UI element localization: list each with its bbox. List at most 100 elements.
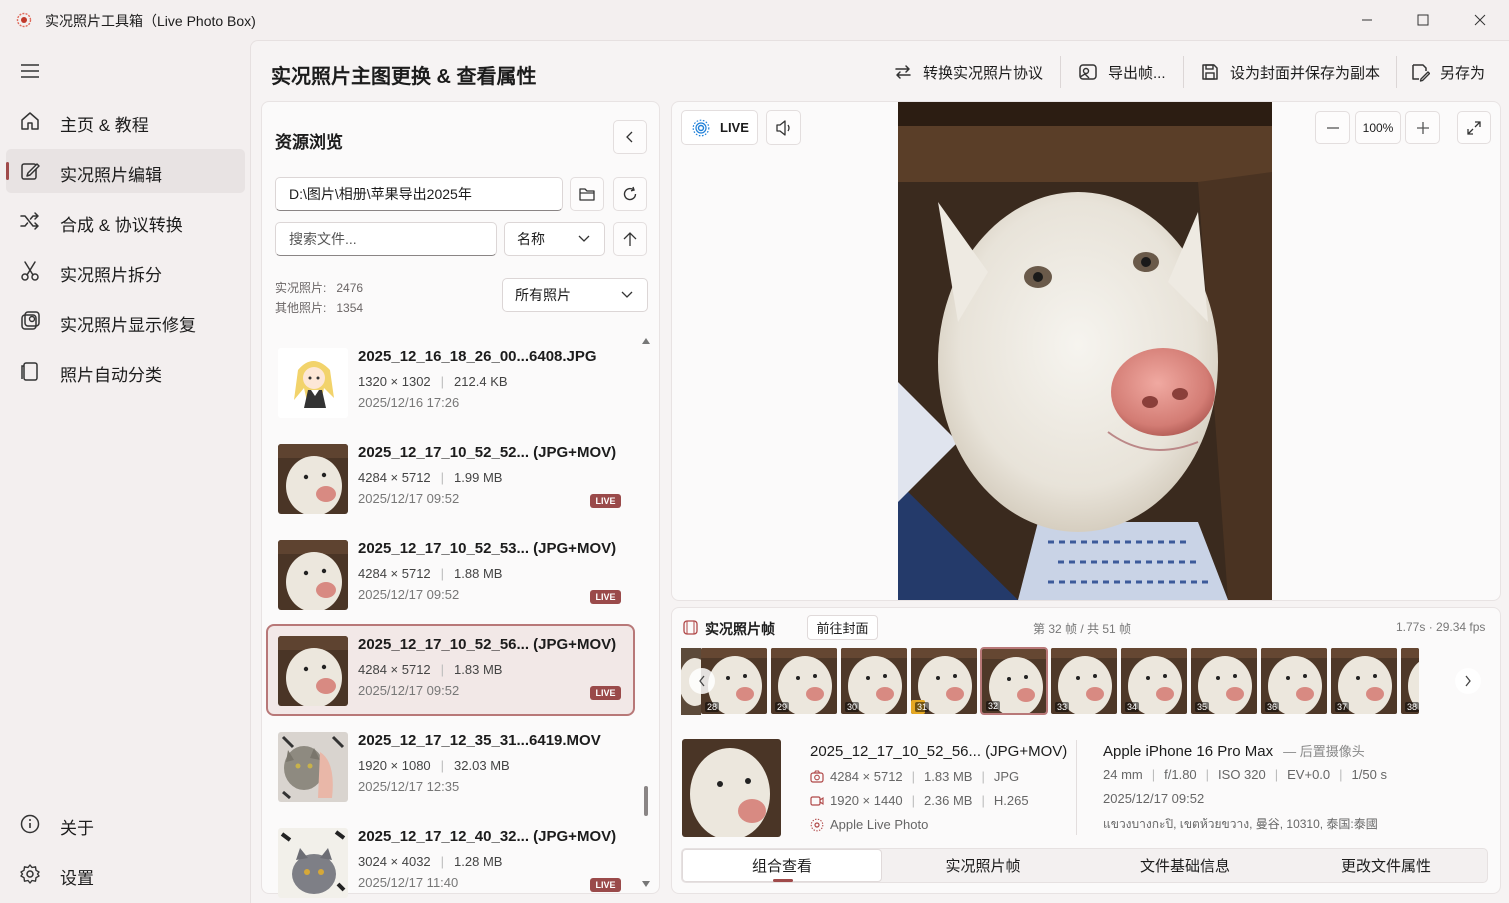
photo-repair-icon: [19, 310, 41, 332]
sort-by-dropdown[interactable]: 名称: [504, 222, 605, 256]
convert-protocol-button[interactable]: 转换实况照片协议: [893, 56, 1043, 88]
frame-number: 38: [1405, 702, 1419, 712]
sort-direction-button[interactable]: [613, 222, 647, 256]
live-type-meta: Apple Live Photo: [810, 817, 928, 832]
classify-icon: [19, 360, 41, 382]
file-thumbnail: [278, 828, 348, 898]
frame-thumb[interactable]: 37: [1331, 648, 1397, 714]
sidebar-item-edit[interactable]: 实况照片编辑: [6, 149, 245, 193]
file-list-item[interactable]: 2025_12_17_12_35_31...6419.MOV 1920 × 108…: [266, 720, 635, 812]
scissors-icon: [19, 260, 41, 282]
frame-thumb[interactable]: 36: [1261, 648, 1327, 714]
minimize-button[interactable]: [1339, 0, 1395, 40]
close-button[interactable]: [1452, 0, 1508, 40]
frame-scroll-left-button[interactable]: [689, 668, 715, 694]
toolbar-divider: [1060, 56, 1061, 88]
frame-thumb[interactable]: 33: [1051, 648, 1117, 714]
zoom-out-button[interactable]: [1315, 111, 1350, 144]
file-date: 2025/12/17 12:35: [358, 779, 460, 794]
browse-folder-button[interactable]: [570, 177, 604, 211]
refresh-button[interactable]: [613, 177, 647, 211]
tab-active-indicator: [773, 879, 793, 882]
tab-live-frames[interactable]: 实况照片帧: [883, 849, 1083, 882]
frame-number: 30: [845, 702, 860, 712]
details-divider: [1076, 740, 1077, 835]
sidebar: 主页 & 教程 实况照片编辑 合成 & 协议转换 实况照片拆分 实况照片显示修复…: [0, 40, 250, 903]
sidebar-item-label: 实况照片拆分: [60, 266, 162, 285]
file-meta: 1920 × 1080 | 32.03 MB: [358, 758, 510, 773]
fullscreen-button[interactable]: [1457, 111, 1491, 144]
tab-file-info[interactable]: 文件基础信息: [1085, 849, 1285, 882]
file-date: 2025/12/16 17:26: [358, 395, 460, 410]
frame-number: 33: [1055, 702, 1070, 712]
capture-datetime: 2025/12/17 09:52: [1103, 791, 1205, 806]
page-title: 实况照片主图更换 & 查看属性: [271, 66, 537, 88]
sidebar-item-label: 实况照片编辑: [60, 166, 162, 185]
frame-thumb-current[interactable]: 32: [980, 647, 1048, 715]
file-list-scrollbar[interactable]: [641, 336, 651, 889]
zoom-in-button[interactable]: [1405, 111, 1440, 144]
speaker-icon: [775, 119, 790, 136]
home-icon: [19, 110, 41, 132]
shuffle-icon: [19, 210, 41, 232]
other-count-stat: 其他照片: 1354: [275, 301, 364, 315]
sidebar-item-about[interactable]: 关于: [6, 802, 245, 846]
frame-thumb[interactable]: 38: [1401, 648, 1419, 714]
file-list-item[interactable]: 2025_12_17_12_40_32... (JPG+MOV) 3024 × 4…: [266, 816, 635, 903]
file-meta: 1320 × 1302 | 212.4 KB: [358, 374, 508, 389]
frame-scroll-right-button[interactable]: [1455, 668, 1481, 694]
sidebar-item-settings[interactable]: 设置: [6, 852, 245, 896]
file-meta: 4284 × 5712 | 1.83 MB: [358, 662, 503, 677]
chevron-right-icon: [1465, 675, 1471, 687]
video-meta: 1920 × 1440 | 2.36 MB | H.265: [810, 793, 1029, 808]
file-list-item[interactable]: 2025_12_17_10_52_53... (JPG+MOV) 4284 × 5…: [266, 528, 635, 620]
collapse-panel-button[interactable]: [613, 120, 647, 154]
folder-path-field[interactable]: D:\图片\相册\苹果导出2025年: [275, 177, 563, 211]
photo-filter-dropdown[interactable]: 所有照片: [502, 278, 648, 312]
file-name: 2025_12_17_12_35_31...6419.MOV: [358, 732, 601, 749]
file-list-item[interactable]: 2025_12_17_10_52_56... (JPG+MOV) 4284 × 5…: [266, 624, 635, 716]
frame-thumb[interactable]: 35: [1191, 648, 1257, 714]
save-as-button[interactable]: 另存为: [1410, 56, 1485, 88]
mute-button[interactable]: [766, 110, 801, 145]
minus-icon: [1326, 126, 1339, 129]
frame-thumb[interactable]: 30: [841, 648, 907, 714]
export-frame-button[interactable]: 导出帧...: [1078, 56, 1166, 88]
search-input[interactable]: 搜索文件...: [275, 222, 497, 256]
goto-cover-button[interactable]: 前往封面: [807, 615, 878, 640]
chevron-down-icon: [621, 291, 633, 298]
frame-thumb[interactable]: 29: [771, 648, 837, 714]
video-icon: [810, 795, 824, 806]
set-cover-save-button[interactable]: 设为封面并保存为副本: [1200, 56, 1380, 88]
sidebar-item-label: 实况照片显示修复: [60, 316, 196, 335]
frames-title: 实况照片帧: [705, 621, 775, 637]
menu-toggle-button[interactable]: [14, 56, 46, 86]
app-logo-icon: [16, 12, 32, 28]
live-badge: LIVE: [590, 494, 621, 508]
sidebar-item-convert[interactable]: 合成 & 协议转换: [6, 199, 245, 243]
convert-icon: [893, 62, 913, 82]
file-list-item[interactable]: 2025_12_17_10_52_52... (JPG+MOV) 4284 × 5…: [266, 432, 635, 524]
save-icon: [1200, 62, 1220, 82]
sidebar-item-classify[interactable]: 照片自动分类: [6, 349, 245, 393]
title-bar: 实况照片工具箱（Live Photo Box): [0, 0, 1509, 40]
file-date: 2025/12/17 09:52: [358, 683, 460, 698]
hamburger-icon: [21, 64, 39, 78]
live-toggle-button[interactable]: LIVE: [681, 110, 758, 145]
live-badge: LIVE: [590, 878, 621, 892]
frame-number: 34: [1125, 702, 1140, 712]
maximize-button[interactable]: [1395, 0, 1451, 40]
tab-change-attributes[interactable]: 更改文件属性: [1286, 849, 1486, 882]
frame-thumb[interactable]: 34: [1121, 648, 1187, 714]
sidebar-item-repair[interactable]: 实况照片显示修复: [6, 299, 245, 343]
frame-thumb[interactable]: 31: [911, 648, 977, 714]
file-name: 2025_12_17_10_52_52... (JPG+MOV): [358, 444, 617, 461]
info-icon: [19, 813, 41, 835]
exif-meta: 24 mm | f/1.80 | ISO 320 | EV+0.0 | 1/50 s: [1103, 767, 1387, 782]
tab-combined-view[interactable]: 组合查看: [682, 849, 882, 882]
sidebar-item-home[interactable]: 主页 & 教程: [6, 99, 245, 143]
file-meta: 4284 × 5712 | 1.99 MB: [358, 470, 503, 485]
detail-thumbnail: [682, 739, 781, 837]
file-list-item[interactable]: 2025_12_16_18_26_00...6408.JPG 1320 × 130…: [266, 336, 635, 428]
sidebar-item-split[interactable]: 实况照片拆分: [6, 249, 245, 293]
